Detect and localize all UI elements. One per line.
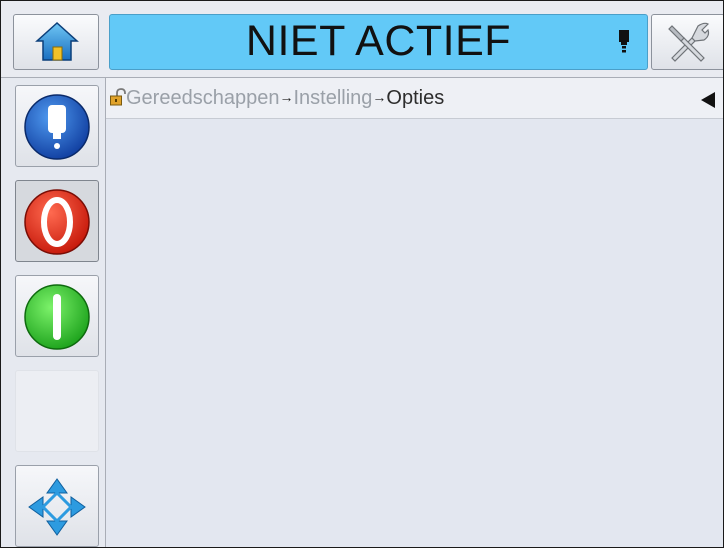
navigation-arrows-icon [28, 478, 86, 536]
unlocked-padlock-icon [110, 88, 126, 106]
ink-cartridge-icon [619, 30, 629, 53]
empty-slot [15, 370, 99, 452]
ink-drop-icon [24, 94, 90, 160]
navigation-button[interactable] [15, 465, 99, 547]
stop-button[interactable] [15, 180, 99, 262]
breadcrumb: Gereedschappen→Instelling→Opties [110, 87, 444, 110]
stop-icon [24, 189, 90, 255]
home-icon [35, 21, 79, 61]
breadcrumb-current: Opties [386, 87, 445, 109]
breadcrumb-item[interactable]: Gereedschappen [126, 87, 279, 109]
sidebar [1, 78, 106, 547]
ink-cartridge-button[interactable] [15, 85, 99, 167]
tools-icon [668, 22, 710, 62]
home-button[interactable] [13, 14, 99, 70]
breadcrumb-separator: → [279, 89, 294, 105]
breadcrumb-bar: Gereedschappen→Instelling→Opties [106, 78, 723, 119]
breadcrumb-separator: → [372, 89, 387, 105]
top-bar: NIET ACTIEF [1, 1, 723, 78]
tools-button[interactable] [651, 14, 723, 70]
status-indicator: NIET ACTIEF [109, 14, 648, 70]
status-text: NIET ACTIEF [245, 17, 512, 65]
breadcrumb-item[interactable]: Instelling [293, 87, 372, 109]
start-button[interactable] [15, 275, 99, 357]
start-icon [24, 284, 90, 350]
main-content [106, 119, 723, 547]
collapse-left-icon[interactable] [701, 92, 715, 108]
printer-screen: NIET ACTIEF Gereedschappen→Instelling→Op… [0, 0, 724, 548]
